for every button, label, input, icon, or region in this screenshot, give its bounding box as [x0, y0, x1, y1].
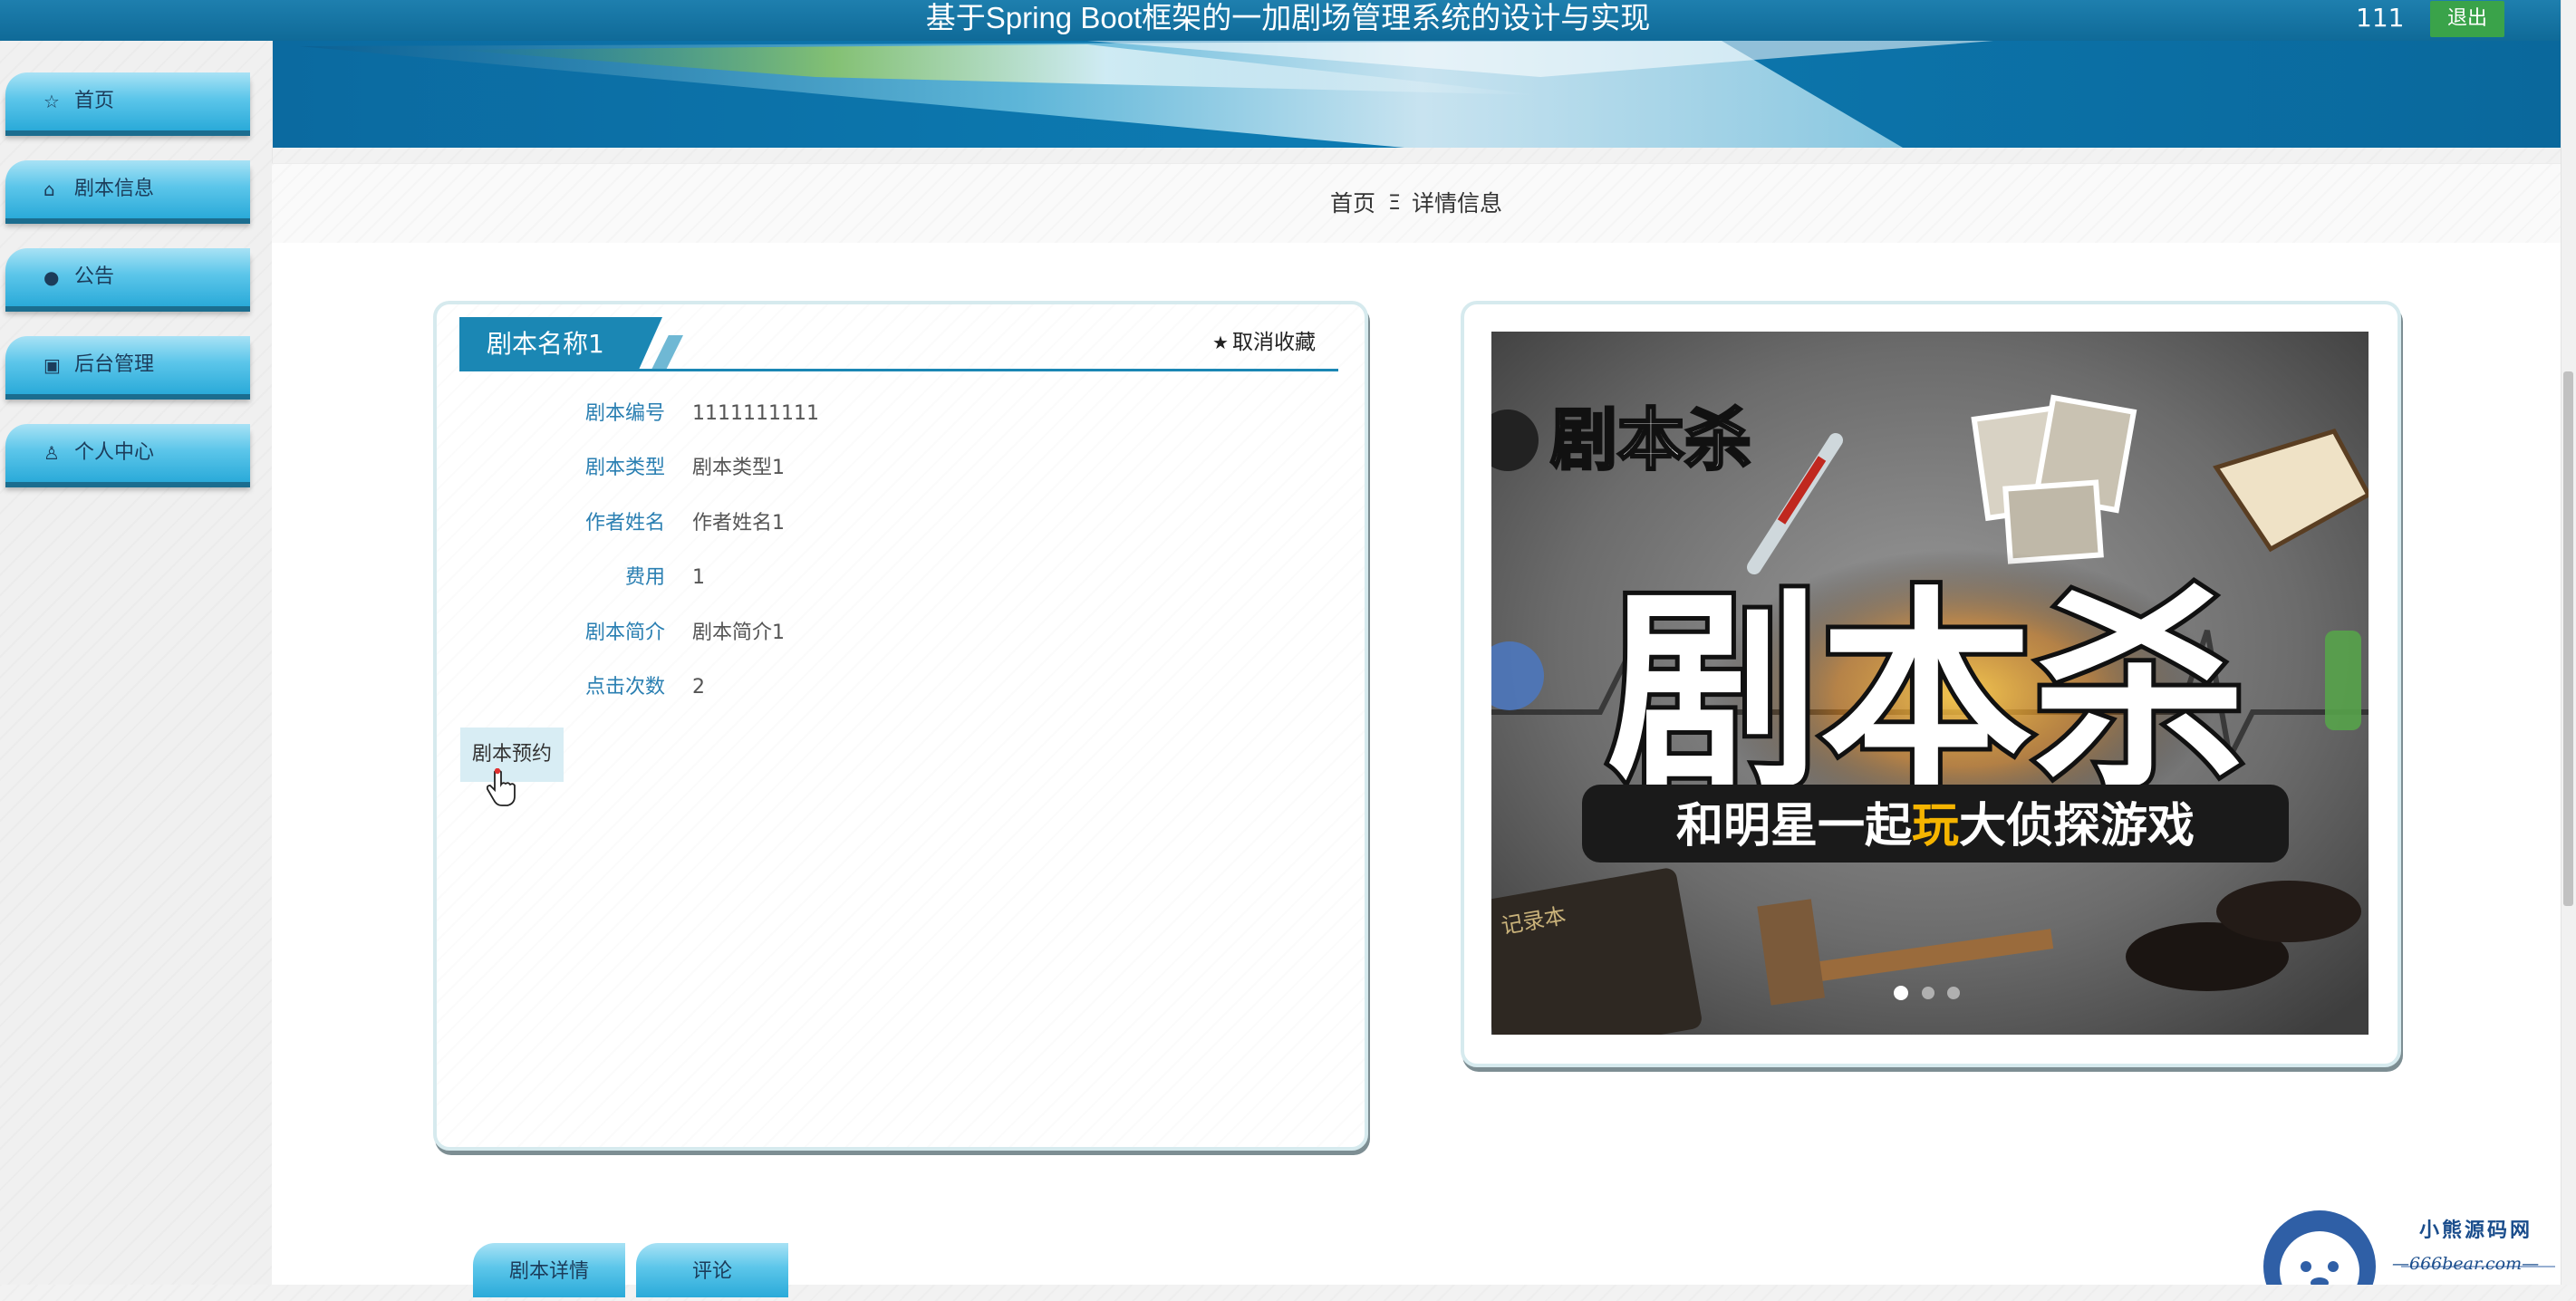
carousel-dot-1: [1894, 986, 1908, 1000]
field-value-clicks: 2: [692, 676, 705, 699]
banner-stripes: [299, 41, 1993, 148]
field-label-clicks: 点击次数: [584, 676, 665, 699]
breadcrumb-home[interactable]: 首页: [1330, 164, 1375, 244]
poster-tagline: 和明星一起玩大侦探游戏: [1676, 799, 2195, 853]
sidebar-item-profile[interactable]: ♙ 个人中心: [5, 424, 250, 482]
field-label-script-id: 剧本编号: [584, 402, 665, 425]
system-title: 基于Spring Boot框架的一加剧场管理系统的设计与实现: [925, 1, 1651, 34]
poster-image: 剧本杀 剧本杀 和明星一起玩大侦探游戏 记录本: [1491, 332, 2369, 1035]
breadcrumb-separator-icon: Ξ: [1388, 192, 1401, 215]
sidebar-item-label: 公告: [74, 265, 115, 288]
carousel-dot-2: [1922, 987, 1934, 999]
field-value-script-id: 1111111111: [692, 402, 819, 425]
sidebar-item-script-info[interactable]: ⌂ 剧本信息: [5, 160, 250, 218]
sidebar-item-admin[interactable]: ▣ 后台管理: [5, 336, 250, 394]
field-value-summary: 剧本简介1: [692, 622, 785, 644]
sidebar-item-label: 个人中心: [74, 441, 155, 464]
sidebar-item-label: 剧本信息: [74, 178, 155, 200]
watermark-url: —666bear.com—: [2392, 1254, 2540, 1274]
script-name-tab: 剧本名称1: [459, 317, 662, 371]
field-label-summary: 剧本简介: [584, 622, 665, 644]
unfavorite-label: 取消收藏: [1231, 331, 1316, 354]
tab-script-detail[interactable]: 剧本详情: [473, 1243, 625, 1297]
star-outline-icon: ☆: [43, 91, 60, 112]
poster-headline: 剧本杀: [1607, 570, 2246, 817]
top-header: 基于Spring Boot框架的一加剧场管理系统的设计与实现 111 退出: [0, 0, 2576, 41]
field-label-author: 作者姓名: [584, 512, 665, 535]
logout-button[interactable]: 退出: [2430, 1, 2504, 37]
bag-icon: ⌂: [43, 178, 55, 200]
tab-comments[interactable]: 评论: [636, 1243, 788, 1297]
field-value-fee: 1: [692, 566, 705, 589]
sidebar-item-announcement[interactable]: ● 公告: [5, 248, 250, 306]
field-label-script-type: 剧本类型: [584, 457, 665, 479]
title-underline: [459, 369, 1338, 371]
user-icon: ♙: [43, 442, 60, 464]
script-name: 剧本名称1: [487, 329, 604, 359]
field-label-fee: 费用: [624, 566, 665, 589]
poster-logo-text: 剧本杀: [1550, 401, 1751, 479]
watermark-title: 小熊源码网: [2419, 1219, 2533, 1242]
sidebar-item-label: 后台管理: [74, 353, 155, 376]
username-label: 111: [2356, 3, 2405, 33]
breadcrumb-current: 详情信息: [1412, 190, 1503, 217]
field-value-author: 作者姓名1: [692, 512, 785, 535]
unfavorite-button[interactable]: ★ 取消收藏: [1212, 326, 1316, 359]
header-banner: [272, 41, 2561, 148]
sidebar-item-home[interactable]: ☆ 首页: [5, 72, 250, 130]
script-poster-carousel[interactable]: 剧本杀 剧本杀 和明星一起玩大侦探游戏 记录本: [1491, 332, 2369, 1035]
sidebar: [0, 41, 273, 1285]
alert-circle-icon: ●: [43, 266, 60, 288]
carousel-dot-3: [1947, 987, 1960, 999]
field-value-script-type: 剧本类型1: [692, 457, 785, 479]
sidebar-item-label: 首页: [74, 90, 115, 112]
briefcase-icon: ▣: [43, 354, 61, 376]
hand-cursor-icon: [487, 768, 516, 806]
star-icon: ★: [1212, 332, 1229, 353]
breadcrumb: 首页 Ξ 详情信息: [272, 163, 2561, 245]
scrollbar-thumb[interactable]: [2563, 371, 2573, 906]
